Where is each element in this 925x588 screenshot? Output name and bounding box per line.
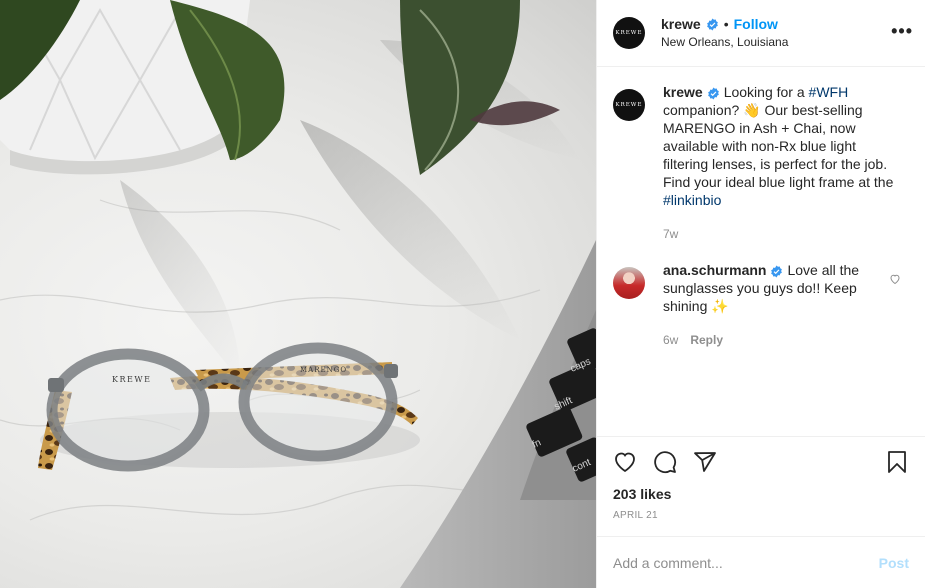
hashtag-wfh-link[interactable]: #WFH xyxy=(809,84,849,100)
post-photo[interactable]: caps shift fn cont KREWE MARENGO xyxy=(0,0,596,588)
post-header: KREWE krewe • Follow New Orleans, Louisi… xyxy=(597,0,925,67)
add-comment-bar: Post xyxy=(597,536,925,588)
caption-age[interactable]: 7w xyxy=(663,225,678,243)
instagram-post: caps shift fn cont KREWE MARENGO KREWE k… xyxy=(0,0,925,588)
comment-item: ana.schurmann Love all the sunglasses yo… xyxy=(613,261,909,349)
action-bar xyxy=(613,437,909,487)
comment-age[interactable]: 6w xyxy=(663,331,678,349)
header-text: krewe • Follow New Orleans, Louisiana xyxy=(661,15,788,51)
like-heart-icon[interactable] xyxy=(613,450,637,474)
header-row: krewe • Follow xyxy=(661,15,788,33)
follow-button[interactable]: Follow xyxy=(734,15,778,33)
comments-section: KREWE krewe Looking for a #WFH companion… xyxy=(597,67,925,436)
post-comment-button[interactable]: Post xyxy=(879,555,909,571)
username-link[interactable]: krewe xyxy=(661,15,701,33)
reply-button[interactable]: Reply xyxy=(690,331,723,349)
frame-model-text: MARENGO xyxy=(300,366,347,374)
verified-badge-icon xyxy=(706,18,718,30)
verified-badge-icon xyxy=(707,87,719,100)
share-send-icon[interactable] xyxy=(693,450,717,474)
frame-brand-text: KREWE xyxy=(112,375,151,384)
caption-username[interactable]: krewe xyxy=(663,84,703,100)
like-comment-heart-icon[interactable] xyxy=(889,273,901,285)
photo-illustration: caps shift fn cont KREWE MARENGO xyxy=(0,0,596,588)
caption-avatar[interactable]: KREWE xyxy=(613,89,645,121)
commenter-avatar[interactable] xyxy=(613,267,645,299)
post-actions-block: 203 likes APRIL 21 xyxy=(597,436,925,536)
post-date[interactable]: APRIL 21 xyxy=(613,510,909,521)
comment-body: ana.schurmann Love all the sunglasses yo… xyxy=(663,261,898,349)
save-bookmark-icon[interactable] xyxy=(885,450,909,474)
likes-count[interactable]: 203 likes xyxy=(613,485,909,503)
comment-bubble-icon[interactable] xyxy=(653,450,677,474)
hashtag-linkinbio-link[interactable]: #linkinbio xyxy=(663,192,721,208)
profile-avatar[interactable]: KREWE xyxy=(613,17,645,49)
location-link[interactable]: New Orleans, Louisiana xyxy=(661,33,788,51)
separator-dot: • xyxy=(723,16,729,32)
verified-badge-icon xyxy=(771,265,783,278)
caption-text-part: companion? 👋 Our best-selling MARENGO in… xyxy=(663,102,894,190)
caption-body: krewe Looking for a #WFH companion? 👋 Ou… xyxy=(663,83,898,243)
avatar-logo-text: KREWE xyxy=(615,102,643,108)
avatar-logo-text: KREWE xyxy=(615,30,643,36)
caption-text-part: Looking for a xyxy=(723,84,809,100)
comment-meta: 6w Reply xyxy=(663,331,898,349)
caption: KREWE krewe Looking for a #WFH companion… xyxy=(613,83,909,243)
caption-meta: 7w xyxy=(663,225,898,243)
post-side-panel: KREWE krewe • Follow New Orleans, Louisi… xyxy=(596,0,925,588)
comment-input[interactable] xyxy=(613,554,871,571)
more-options-button[interactable]: ••• xyxy=(891,22,913,40)
commenter-username[interactable]: ana.schurmann xyxy=(663,262,766,278)
